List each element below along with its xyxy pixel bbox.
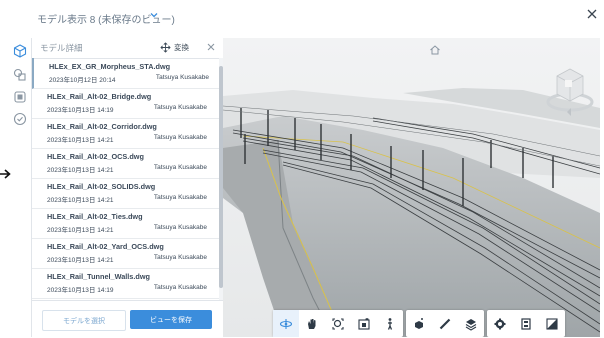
- save-view-button[interactable]: ビューを保存: [130, 310, 212, 329]
- file-name: HLEx_Rail_Alt-02_Bridge.dwg: [47, 92, 152, 101]
- pan-icon[interactable]: [299, 310, 325, 337]
- list-item[interactable]: HLEx_EX_GR_Morpheus_STA.dwg 2023年10月12日 …: [32, 58, 221, 89]
- walk-icon[interactable]: [377, 310, 403, 337]
- model-details-panel: モデル詳細 変換 HLEx_EX_GR_Morpheus_STA.dwg 202…: [32, 38, 223, 337]
- cube-icon[interactable]: [12, 43, 28, 59]
- list-item[interactable]: HLEx_Rail_Alt-02_Bridge.dwg 2023年10月13日 …: [32, 88, 219, 119]
- file-date: 2023年10月13日 14:21: [47, 227, 114, 234]
- fit-to-view-icon[interactable]: [351, 310, 377, 337]
- file-user: Tatsuya Kusakabe: [153, 194, 207, 201]
- layers-stack-icon[interactable]: [458, 310, 484, 337]
- file-date: 2023年10月13日 14:21: [47, 257, 114, 264]
- measure-icon[interactable]: [432, 310, 458, 337]
- list-item[interactable]: HLEx_Rail_Tunnel_Walls.dwg 2023年10月13日 1…: [32, 268, 219, 299]
- list-item[interactable]: HLEx_Rail_Alt-02_Yard_OCS.dwg 2023年10月13…: [32, 238, 219, 269]
- properties-icon[interactable]: [513, 310, 539, 337]
- file-user: Tatsuya Kusakabe: [153, 164, 207, 171]
- file-user: Tatsuya Kusakabe: [153, 254, 207, 261]
- file-name: HLEx_Rail_Tunnel_Walls.dwg: [47, 272, 150, 281]
- layers-icon[interactable]: [12, 89, 28, 105]
- list-item[interactable]: HLEx_Rail_Alt-02_Ties.dwg 2023年10月13日 14…: [32, 208, 219, 239]
- chevron-down-icon[interactable]: [149, 10, 159, 20]
- file-date: 2023年10月12日 20:14: [49, 77, 116, 84]
- explode-icon[interactable]: [406, 310, 432, 337]
- list-item[interactable]: HLEx_Rail_Alt-02_Corridor.dwg 2023年10月13…: [32, 118, 219, 149]
- select-model-button[interactable]: モデルを選択: [42, 310, 126, 331]
- file-user: Tatsuya Kusakabe: [153, 284, 207, 291]
- file-date: 2023年10月13日 14:21: [47, 167, 114, 174]
- file-date: 2023年10月13日 14:21: [47, 137, 114, 144]
- file-user: Tatsuya Kusakabe: [153, 104, 207, 111]
- model-file-list: HLEx_EX_GR_Morpheus_STA.dwg 2023年10月12日 …: [32, 58, 223, 300]
- panel-title: モデル詳細: [40, 43, 83, 53]
- models-icon[interactable]: [12, 67, 28, 83]
- panel-header: モデル詳細 変換: [32, 38, 223, 59]
- file-name: HLEx_Rail_Alt-02_SOLIDS.dwg: [47, 182, 156, 191]
- file-name: HLEx_Rail_Alt-02_Ties.dwg: [47, 212, 143, 221]
- panel-close-icon[interactable]: [205, 41, 217, 53]
- transform-label: 変換: [174, 43, 189, 52]
- file-name: HLEx_Rail_Alt-02_Yard_OCS.dwg: [47, 242, 164, 251]
- check-circle-icon[interactable]: [12, 111, 28, 127]
- 3d-viewport[interactable]: [223, 38, 600, 337]
- settings-toolbar: [487, 310, 565, 337]
- title-bar: モデル表示 8 (未保存のビュー): [0, 0, 604, 38]
- home-icon[interactable]: [429, 44, 441, 56]
- zoom-window-icon[interactable]: [325, 310, 351, 337]
- list-item[interactable]: HLEx_Rail_Alt-02_SOLIDS.dwg 2023年10月13日 …: [32, 178, 219, 209]
- file-name: HLEx_Rail_Alt-02_Corridor.dwg: [47, 122, 157, 131]
- analysis-toolbar: [406, 310, 484, 337]
- viewcube-icon[interactable]: [545, 60, 595, 118]
- navigation-toolbar: [273, 310, 403, 337]
- file-name: HLEx_EX_GR_Morpheus_STA.dwg: [49, 62, 171, 71]
- file-user: Tatsuya Kusakabe: [155, 74, 209, 81]
- move-arrows-icon: [160, 42, 171, 53]
- file-user: Tatsuya Kusakabe: [153, 224, 207, 231]
- list-item[interactable]: HLEx_Rail_Alt-02_OCS.dwg 2023年10月13日 14:…: [32, 148, 219, 179]
- file-user: Tatsuya Kusakabe: [153, 134, 207, 141]
- file-name: HLEx_Rail_Alt-02_OCS.dwg: [47, 152, 144, 161]
- file-date: 2023年10月13日 14:19: [47, 107, 114, 114]
- transform-button[interactable]: 変換: [160, 40, 189, 55]
- fullscreen-icon[interactable]: [539, 310, 565, 337]
- orbit-icon[interactable]: [273, 310, 299, 337]
- rail-model-render[interactable]: [223, 38, 600, 337]
- settings-icon[interactable]: [487, 310, 513, 337]
- side-rail: [10, 38, 32, 337]
- file-date: 2023年10月13日 14:21: [47, 197, 114, 204]
- panel-footer: モデルを選択 ビューを保存: [32, 300, 223, 338]
- file-date: 2023年10月13日 14:19: [47, 287, 114, 294]
- close-icon[interactable]: [584, 6, 600, 22]
